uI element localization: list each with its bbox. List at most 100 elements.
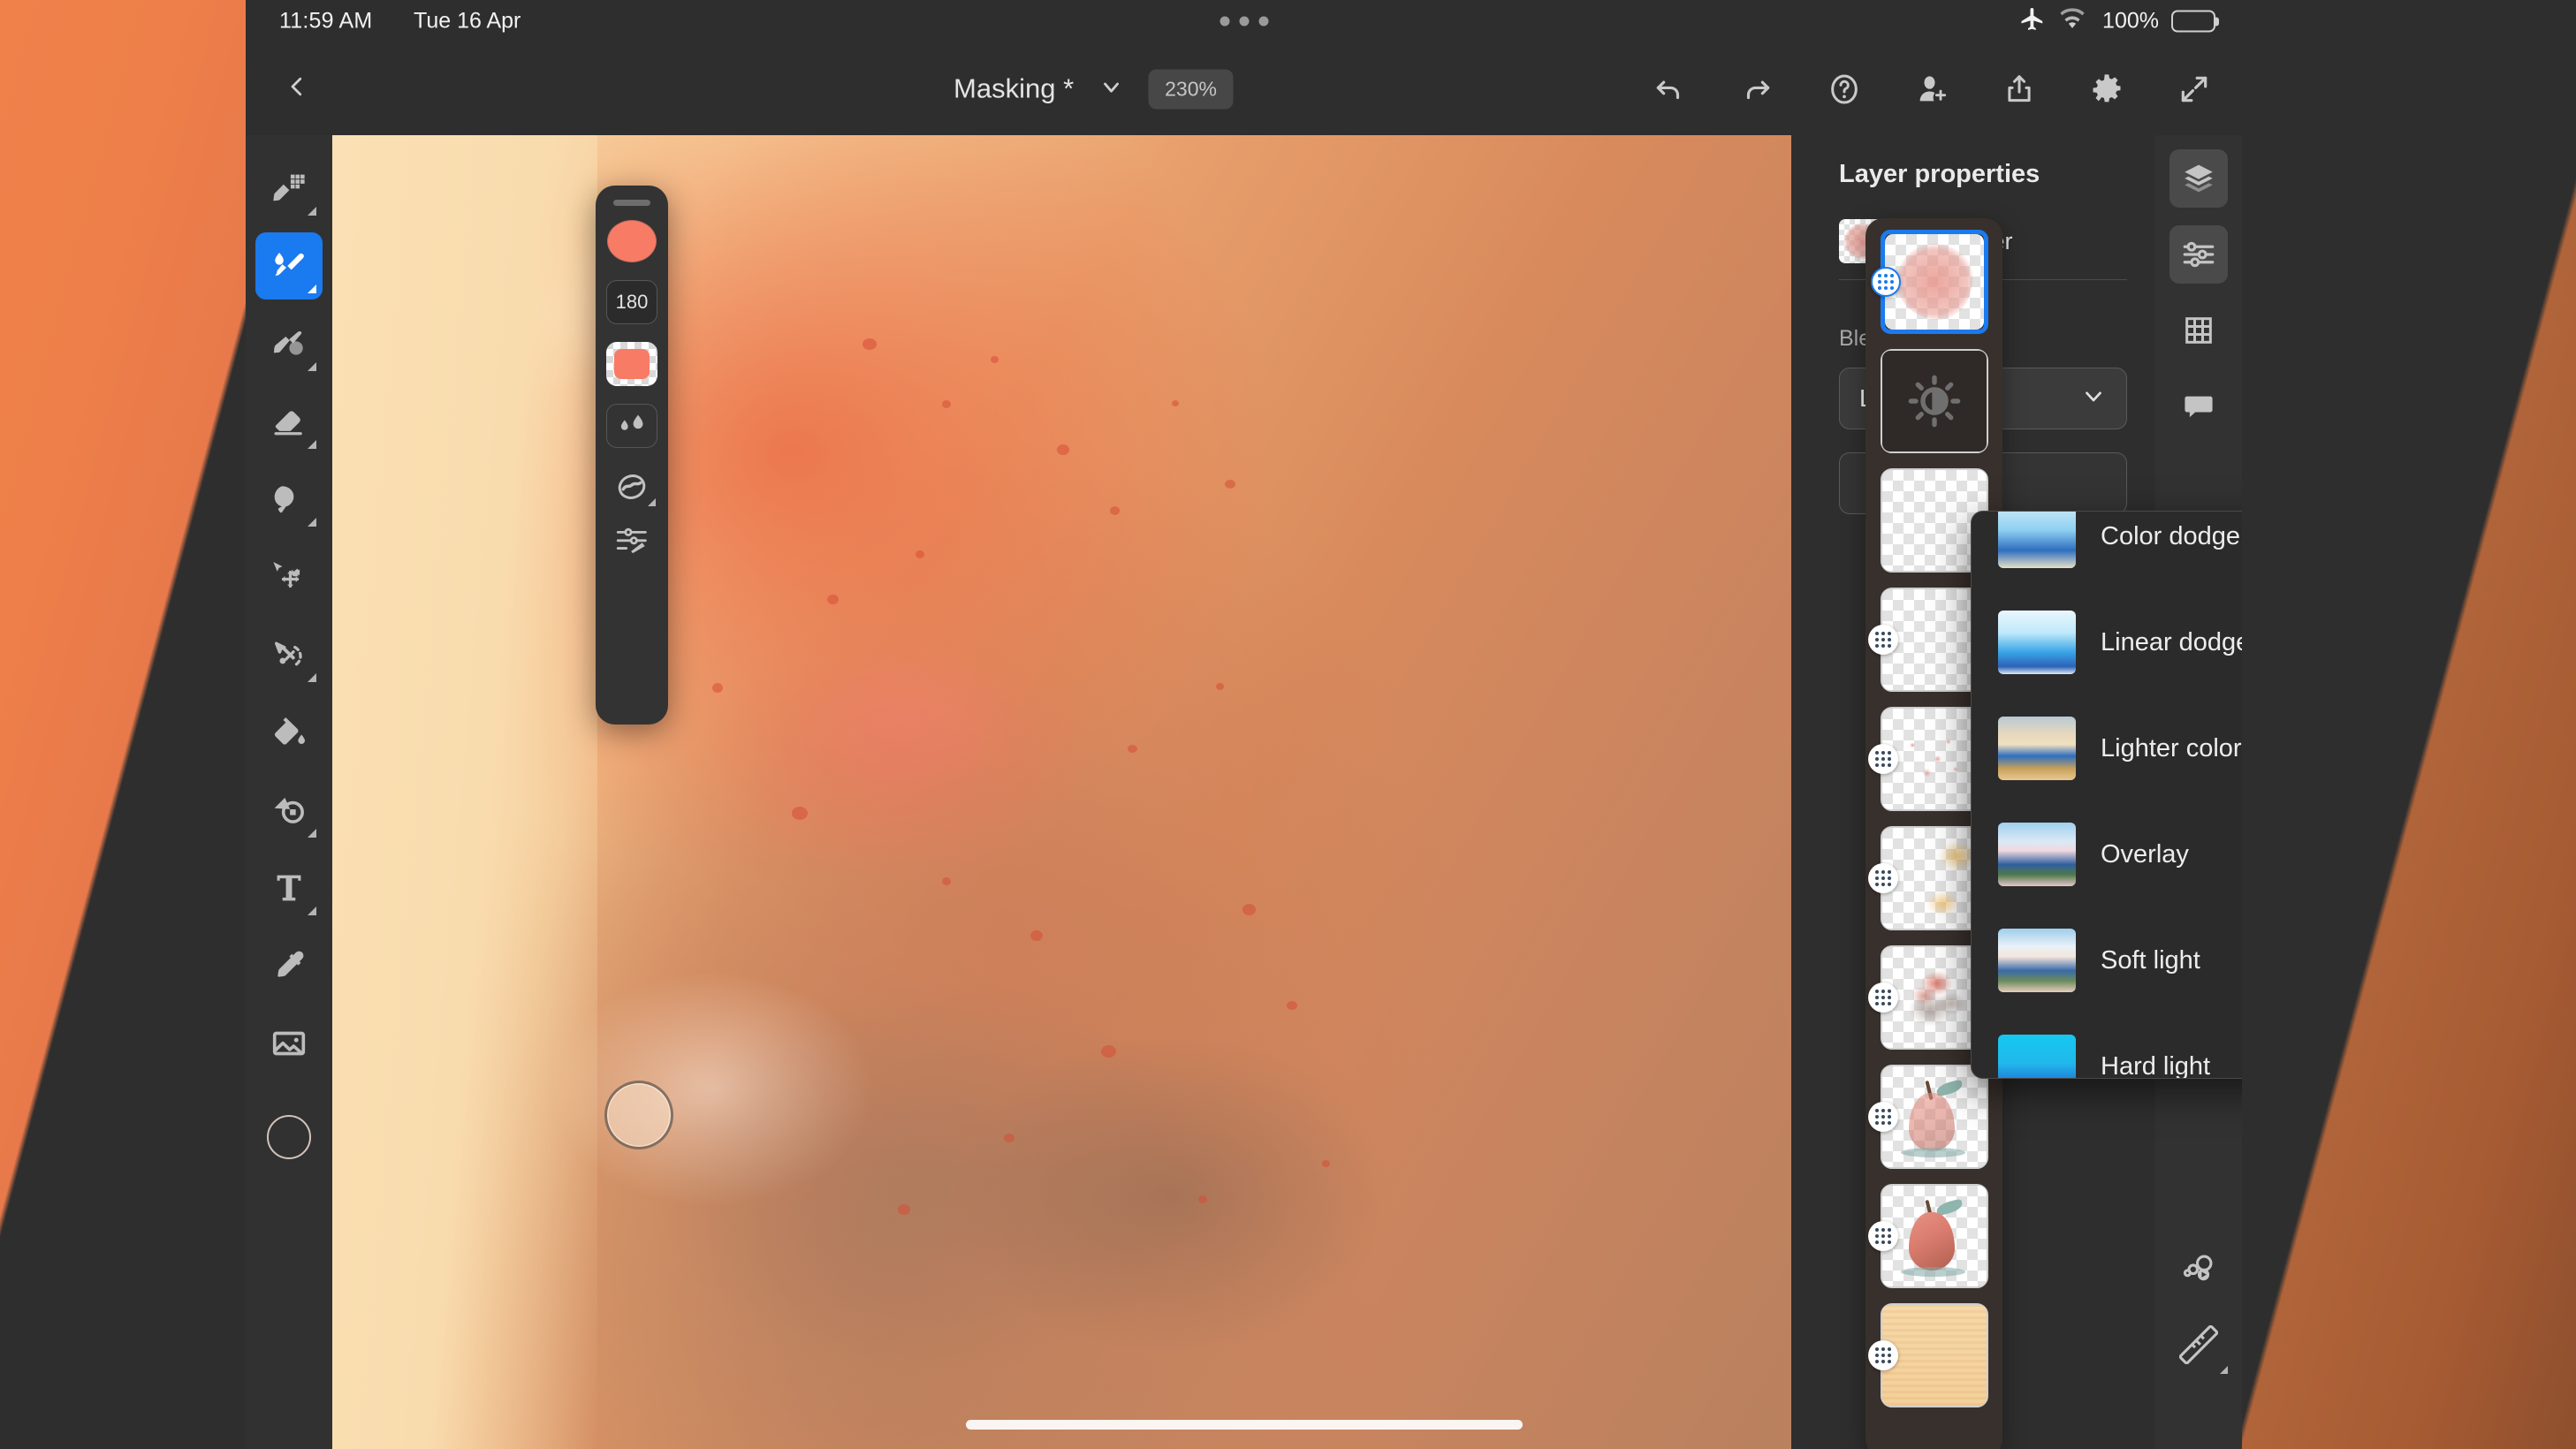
invite-button[interactable] xyxy=(1909,66,1955,112)
share-button[interactable] xyxy=(1996,66,2042,112)
tool-pixel-brush[interactable] xyxy=(255,155,323,222)
blend-option-overlay[interactable]: Overlay xyxy=(1972,801,2242,907)
layer-thumbnail-pear-faded[interactable] xyxy=(1867,1065,1988,1169)
blend-option-label: Lighter color xyxy=(2101,733,2242,762)
back-button[interactable] xyxy=(272,64,322,114)
wifi-icon xyxy=(2058,8,2086,35)
document-title: Masking * xyxy=(954,72,1075,104)
panel-title: Layer properties xyxy=(1839,160,2040,188)
document-title-group[interactable]: Masking * 230% xyxy=(954,69,1234,109)
layer-mask-badge-icon[interactable] xyxy=(1867,982,1898,1013)
brush-color-swatch[interactable] xyxy=(606,342,657,386)
tool-flood-fill[interactable] xyxy=(255,699,323,766)
tool-submenu-indicator xyxy=(308,907,316,915)
brush-size-value[interactable]: 180 xyxy=(606,280,657,324)
floating-brush-panel[interactable]: 180 xyxy=(596,186,668,724)
opacity-droplets-icon[interactable] xyxy=(606,404,657,448)
brush-settings-sliders-icon[interactable] xyxy=(606,515,657,561)
rail-macro-button[interactable] xyxy=(2169,1240,2228,1298)
tool-submenu-indicator xyxy=(2220,1366,2228,1374)
tool-color-picker[interactable] xyxy=(255,932,323,999)
blend-option-hard-light[interactable]: Hard light xyxy=(1972,1013,2242,1079)
layer-mask-badge-icon[interactable] xyxy=(1867,744,1898,774)
status-date: Tue 16 Apr xyxy=(414,8,521,34)
tool-eraser[interactable] xyxy=(255,388,323,455)
affinity-photo-app: Masking * 230% 180 Layer properties Colo… xyxy=(246,42,2242,1449)
tool-submenu-indicator xyxy=(308,207,316,216)
undo-button[interactable] xyxy=(1646,66,1692,112)
tool-submenu-indicator xyxy=(308,440,316,449)
ios-status-bar: 11:59 AM Tue 16 Apr 100% xyxy=(246,0,2242,42)
app-toolbar: Masking * 230% xyxy=(246,42,2242,135)
zoom-level-badge[interactable]: 230% xyxy=(1148,69,1234,109)
blend-option-label: Hard light xyxy=(2101,1051,2211,1079)
home-indicator[interactable] xyxy=(965,1420,1523,1430)
blend-option-label: Linear dodge xyxy=(2101,627,2242,656)
blend-option-lighter-color[interactable]: Lighter color xyxy=(1972,695,2242,801)
battery-percent: 100% xyxy=(2102,8,2159,34)
blend-preview-thumb xyxy=(1998,1035,2076,1078)
blend-option-label: Overlay xyxy=(2101,839,2189,869)
fullscreen-button[interactable] xyxy=(2171,66,2217,112)
layer-thumbnail-adjustment[interactable] xyxy=(1880,349,1988,453)
tool-blend-brush[interactable] xyxy=(255,310,323,377)
layer-mask-badge-icon[interactable] xyxy=(1867,625,1898,655)
tool-submenu-indicator xyxy=(308,362,316,371)
brush-preview-swatch[interactable] xyxy=(607,220,657,262)
rail-grid-button[interactable] xyxy=(2169,301,2228,360)
blend-option-color-dodge[interactable]: Color dodge xyxy=(1972,512,2242,589)
tool-shape[interactable] xyxy=(255,777,323,844)
tool-text[interactable] xyxy=(255,854,323,922)
tool-smudge[interactable] xyxy=(255,466,323,533)
tool-selection-brush[interactable] xyxy=(255,621,323,688)
blend-option-soft-light[interactable]: Soft light xyxy=(1972,907,2242,1013)
blend-mode-dropdown[interactable]: Color dodge Linear dodge Lighter color O… xyxy=(1971,511,2242,1079)
rail-comment-button[interactable] xyxy=(2169,377,2228,436)
tool-paint-brush[interactable] xyxy=(255,232,323,300)
multitask-dots-icon[interactable] xyxy=(1220,16,1268,27)
settings-button[interactable] xyxy=(2084,66,2130,112)
chevron-left-icon xyxy=(284,73,310,104)
rail-measure-button[interactable] xyxy=(2169,1316,2228,1374)
left-tool-rail xyxy=(246,135,332,1449)
blend-option-linear-dodge[interactable]: Linear dodge xyxy=(1972,589,2242,695)
redo-button[interactable] xyxy=(1734,66,1780,112)
tool-move[interactable] xyxy=(255,543,323,611)
color-swatch-circle xyxy=(267,1115,311,1159)
tool-submenu-indicator xyxy=(308,518,316,527)
chevron-down-icon[interactable] xyxy=(1098,74,1123,103)
layer-mask-badge-icon[interactable] xyxy=(1867,1340,1898,1370)
status-time: 11:59 AM xyxy=(279,8,373,34)
blend-option-label: Soft light xyxy=(2101,945,2200,975)
canvas-paper-margin xyxy=(332,135,597,1449)
ipad-screen: 11:59 AM Tue 16 Apr 100% Masking * 230% … xyxy=(0,0,2576,1449)
layer-thumbnail-paper[interactable] xyxy=(1867,1303,1988,1407)
layer-mask-badge-icon[interactable] xyxy=(1870,267,1901,297)
chevron-down-icon xyxy=(2080,383,2107,415)
foreground-color-swatch[interactable] xyxy=(255,1104,323,1171)
layer-thumbnail-pear[interactable] xyxy=(1867,1184,1988,1288)
airplane-icon xyxy=(2019,6,2046,37)
tool-place-image[interactable] xyxy=(255,1010,323,1077)
battery-icon xyxy=(2171,10,2215,33)
blend-preview-thumb xyxy=(1998,929,2076,992)
rail-adjustments-button[interactable] xyxy=(2169,225,2228,284)
tool-submenu-indicator xyxy=(308,829,316,838)
blend-mode-dropdown-list: Color dodge Linear dodge Lighter color O… xyxy=(1972,512,2242,1079)
brush-cursor-outline xyxy=(604,1081,673,1149)
tool-submenu-indicator xyxy=(308,673,316,682)
blend-preview-thumb xyxy=(1998,611,2076,674)
canvas-viewport[interactable] xyxy=(332,135,1791,1449)
brush-blend-mode-icon[interactable] xyxy=(606,464,657,510)
rail-layers-button[interactable] xyxy=(2169,149,2228,208)
drag-handle-icon[interactable] xyxy=(613,200,650,206)
brightness-contrast-icon xyxy=(1881,351,1987,451)
blend-preview-thumb xyxy=(1998,512,2076,568)
help-button[interactable] xyxy=(1821,66,1867,112)
toolbar-actions xyxy=(1646,66,2217,112)
layer-mask-badge-icon[interactable] xyxy=(1867,863,1898,893)
status-right-cluster: 100% xyxy=(2019,6,2215,37)
layer-thumbnail-pixel-mask[interactable] xyxy=(1870,230,1988,334)
layer-mask-badge-icon[interactable] xyxy=(1867,1102,1898,1132)
layer-mask-badge-icon[interactable] xyxy=(1867,1221,1898,1251)
